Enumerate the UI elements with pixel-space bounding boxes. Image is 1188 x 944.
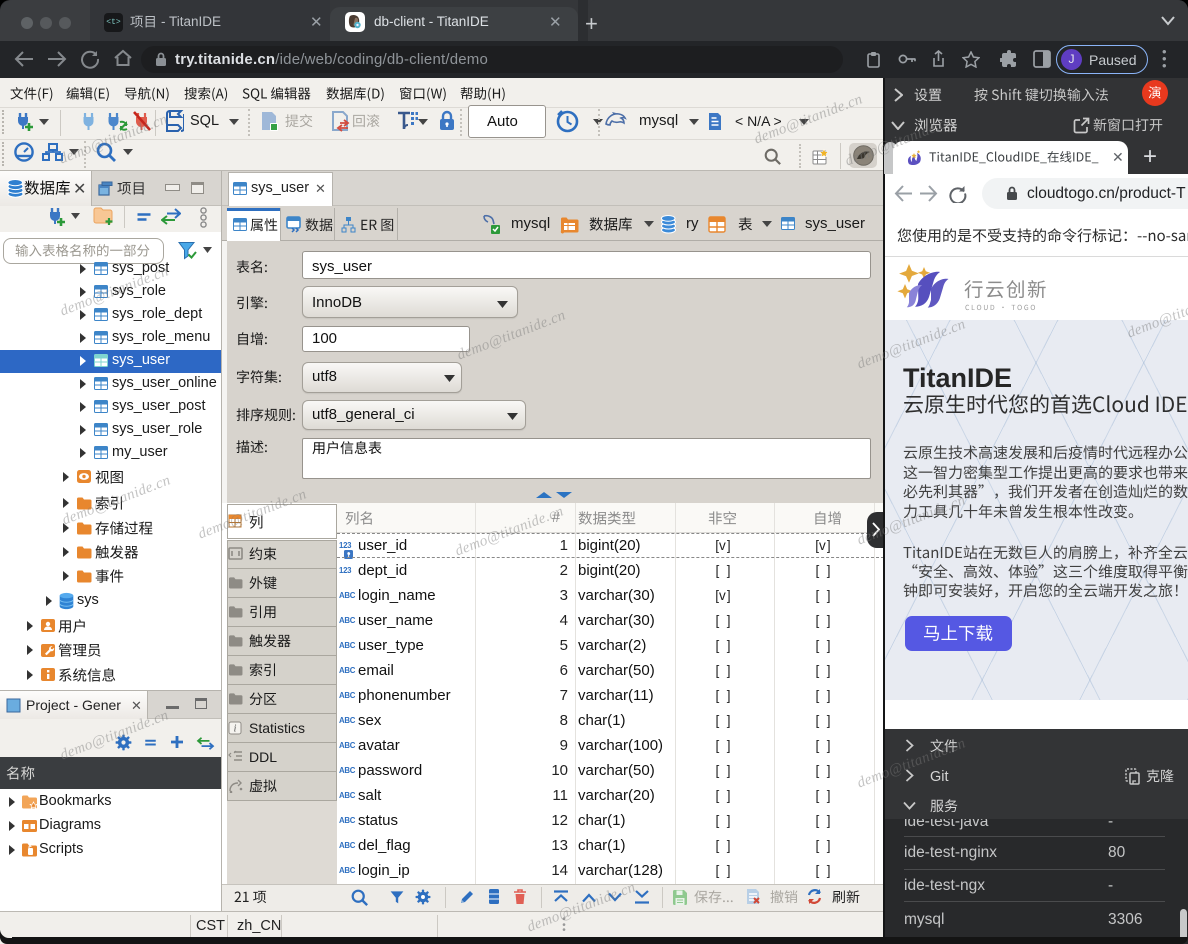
svg-text:i: i: [234, 724, 237, 735]
